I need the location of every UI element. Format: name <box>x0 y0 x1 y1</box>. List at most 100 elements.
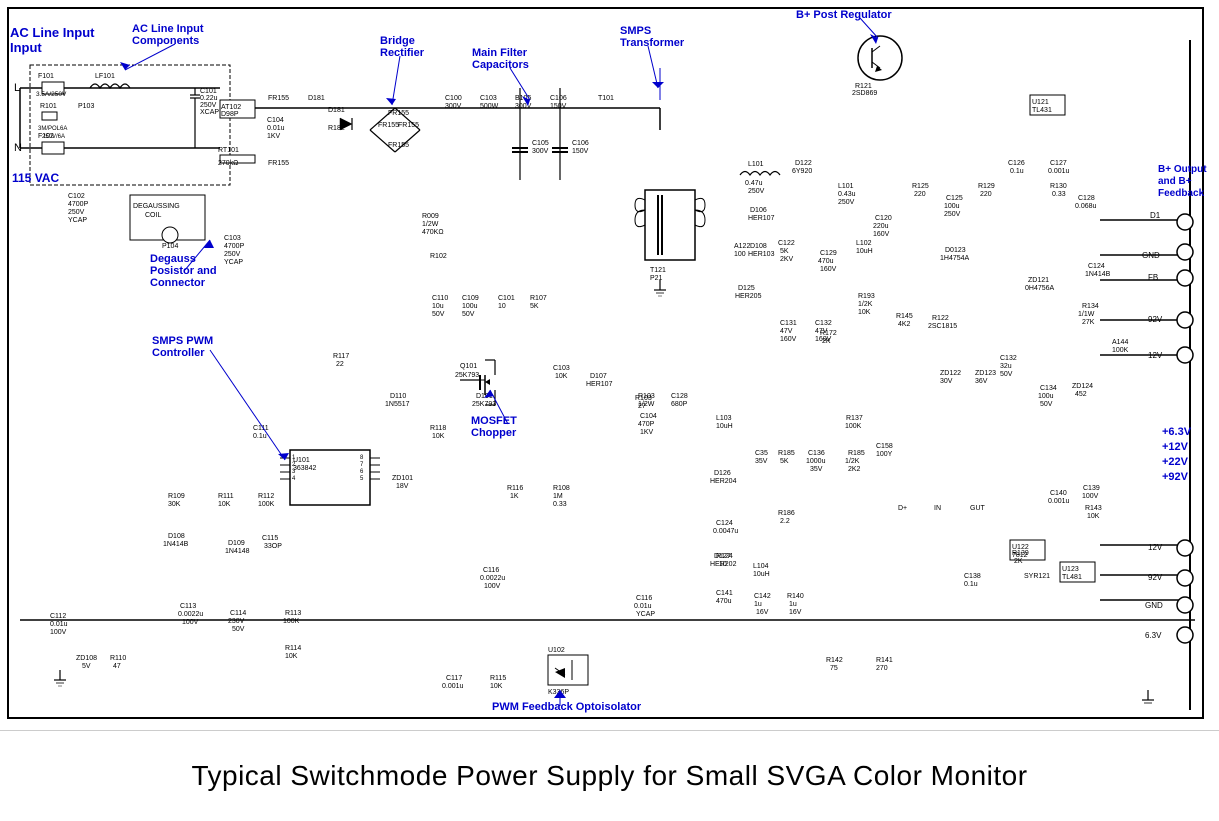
svg-text:2K2: 2K2 <box>848 466 861 473</box>
svg-text:10K: 10K <box>858 309 871 316</box>
svg-text:TL481: TL481 <box>1062 574 1082 581</box>
svg-text:C122: C122 <box>778 240 795 247</box>
svg-text:FR155: FR155 <box>388 110 409 117</box>
svg-text:R103: R103 <box>635 395 652 402</box>
svg-text:D+: D+ <box>898 505 907 512</box>
svg-text:3M/POL6A: 3M/POL6A <box>38 126 67 132</box>
svg-text:L102: L102 <box>856 240 872 247</box>
svg-text:R137: R137 <box>846 415 863 422</box>
svg-text:U121: U121 <box>1032 99 1049 106</box>
svg-text:250V: 250V <box>68 209 85 216</box>
svg-text:10u: 10u <box>432 303 444 310</box>
svg-text:C105: C105 <box>532 140 549 147</box>
svg-text:C101: C101 <box>498 295 515 302</box>
svg-text:C132: C132 <box>815 320 832 327</box>
svg-text:160V: 160V <box>815 336 832 343</box>
svg-text:100K: 100K <box>258 501 275 508</box>
svg-text:160V: 160V <box>873 231 890 238</box>
svg-text:FR155: FR155 <box>268 95 289 102</box>
svg-text:R140: R140 <box>787 593 804 600</box>
svg-text:4700P: 4700P <box>224 243 245 250</box>
svg-text:100K: 100K <box>283 618 300 625</box>
svg-text:220: 220 <box>914 191 926 198</box>
svg-text:A122: A122 <box>734 243 750 250</box>
svg-text:C104: C104 <box>640 413 657 420</box>
svg-text:C106: C106 <box>550 95 567 102</box>
svg-text:C116: C116 <box>483 567 499 574</box>
svg-text:470u: 470u <box>716 598 732 605</box>
svg-text:0.068u: 0.068u <box>1075 203 1097 210</box>
svg-text:1u: 1u <box>789 601 797 608</box>
svg-text:10K: 10K <box>218 501 231 508</box>
svg-text:GUT: GUT <box>970 505 986 512</box>
svg-text:35V: 35V <box>755 458 768 465</box>
svg-text:ZD122: ZD122 <box>940 370 961 377</box>
svg-text:C106: C106 <box>572 140 589 147</box>
svg-text:R134: R134 <box>1082 303 1099 310</box>
svg-text:36V: 36V <box>975 378 988 385</box>
svg-text:1M: 1M <box>553 493 563 500</box>
svg-text:100V: 100V <box>484 583 501 590</box>
svg-text:R139: R139 <box>1012 550 1029 557</box>
svg-text:300V: 300V <box>515 103 532 110</box>
svg-text:47: 47 <box>113 663 121 670</box>
svg-text:+92V: +92V <box>1162 471 1189 483</box>
svg-text:R009: R009 <box>422 213 439 220</box>
svg-text:R121: R121 <box>855 83 872 90</box>
svg-text:D125: D125 <box>738 285 755 292</box>
svg-text:115 VAC: 115 VAC <box>12 171 59 185</box>
svg-text:ZD101: ZD101 <box>392 475 413 482</box>
svg-text:C139: C139 <box>1083 485 1100 492</box>
svg-text:3.5A/250V: 3.5A/250V <box>36 91 67 98</box>
svg-text:HER107: HER107 <box>586 381 613 388</box>
svg-text:C124: C124 <box>1088 263 1105 270</box>
svg-text:33OP: 33OP <box>264 543 282 550</box>
svg-text:100: 100 <box>734 251 746 258</box>
svg-text:C120: C120 <box>875 215 892 222</box>
svg-text:160V: 160V <box>780 336 797 343</box>
svg-text:4700P: 4700P <box>68 201 89 208</box>
svg-text:0H4756A: 0H4756A <box>1025 285 1055 292</box>
svg-text:P103: P103 <box>78 103 94 110</box>
svg-text:R129: R129 <box>978 183 995 190</box>
svg-text:D0123: D0123 <box>945 247 966 254</box>
svg-text:L101: L101 <box>748 161 764 168</box>
svg-text:AC Line Input: AC Line Input <box>10 25 95 40</box>
svg-text:L: L <box>14 82 20 94</box>
svg-text:R116: R116 <box>507 485 523 492</box>
svg-text:Controller: Controller <box>152 347 205 359</box>
svg-text:Degauss: Degauss <box>150 253 196 265</box>
svg-text:27K: 27K <box>1082 319 1095 326</box>
svg-text:GND: GND <box>1142 251 1160 260</box>
svg-text:R111: R111 <box>218 493 234 500</box>
svg-text:10uH: 10uH <box>716 423 733 430</box>
svg-text:AT102: AT102 <box>221 104 241 111</box>
svg-text:220u: 220u <box>873 223 889 230</box>
svg-text:SMPS PWM: SMPS PWM <box>152 335 213 347</box>
svg-text:LF101: LF101 <box>95 73 115 80</box>
svg-text:AC Line Input: AC Line Input <box>132 23 204 35</box>
svg-text:R118: R118 <box>430 425 446 432</box>
svg-text:XCAP: XCAP <box>200 109 219 116</box>
svg-text:5K: 5K <box>780 248 789 255</box>
svg-text:SMPS: SMPS <box>620 25 651 37</box>
svg-text:160V: 160V <box>820 266 837 273</box>
svg-text:1000u: 1000u <box>806 458 826 465</box>
svg-text:T121: T121 <box>650 267 666 274</box>
svg-text:D98P: D98P <box>221 111 239 118</box>
svg-text:100u: 100u <box>462 303 478 310</box>
svg-text:D1: D1 <box>1150 211 1161 220</box>
svg-text:C136: C136 <box>808 450 825 457</box>
svg-text:R125: R125 <box>912 183 929 190</box>
svg-text:0.0022u: 0.0022u <box>178 611 203 618</box>
svg-text:C134: C134 <box>1040 385 1057 392</box>
svg-text:1N414B: 1N414B <box>1085 271 1111 278</box>
svg-text:C111: C111 <box>253 425 269 432</box>
svg-text:1/2W: 1/2W <box>422 221 439 228</box>
svg-text:SYR121: SYR121 <box>1024 573 1050 580</box>
svg-text:92V: 92V <box>1148 573 1163 582</box>
svg-text:C35: C35 <box>755 450 768 457</box>
svg-text:250V: 250V <box>200 102 217 109</box>
svg-text:2SD869: 2SD869 <box>852 90 877 97</box>
svg-text:150V: 150V <box>572 148 589 155</box>
